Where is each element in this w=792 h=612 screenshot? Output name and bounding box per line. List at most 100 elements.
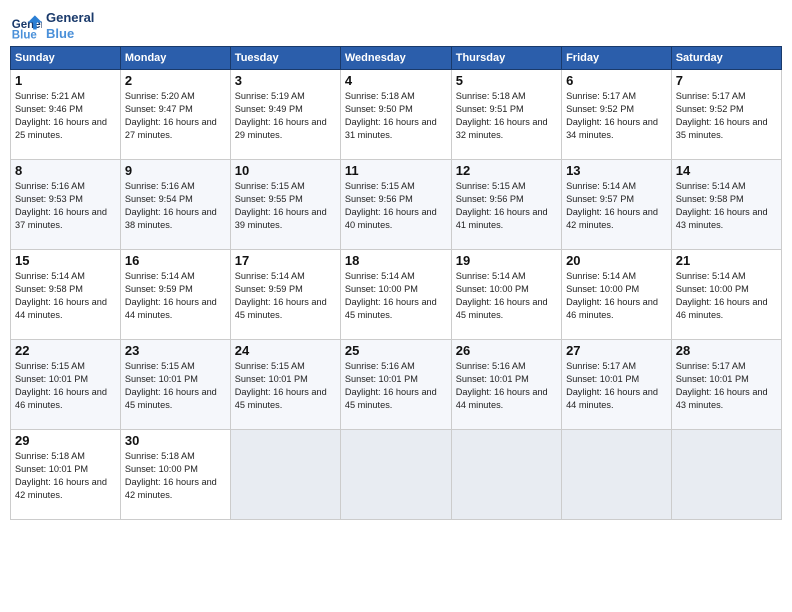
day-number: 1	[15, 73, 116, 88]
day-number: 28	[676, 343, 777, 358]
calendar-cell: 23 Sunrise: 5:15 AM Sunset: 10:01 PM Dayl…	[120, 340, 230, 430]
day-info: Sunrise: 5:18 AM Sunset: 9:50 PM Dayligh…	[345, 90, 447, 142]
day-number: 9	[125, 163, 226, 178]
calendar-week-3: 22 Sunrise: 5:15 AM Sunset: 10:01 PM Dayl…	[11, 340, 782, 430]
calendar-body: 1 Sunrise: 5:21 AM Sunset: 9:46 PM Daylig…	[11, 70, 782, 520]
calendar-cell	[230, 430, 340, 520]
day-info: Sunrise: 5:17 AM Sunset: 9:52 PM Dayligh…	[676, 90, 777, 142]
calendar-cell: 13 Sunrise: 5:14 AM Sunset: 9:57 PM Dayli…	[562, 160, 672, 250]
calendar-cell: 5 Sunrise: 5:18 AM Sunset: 9:51 PM Daylig…	[451, 70, 561, 160]
weekday-header-sunday: Sunday	[11, 47, 121, 70]
calendar-header-row: SundayMondayTuesdayWednesdayThursdayFrid…	[11, 47, 782, 70]
calendar-week-4: 29Sunrise: 5:18 AM Sunset: 10:01 PM Dayl…	[11, 430, 782, 520]
calendar-week-0: 1 Sunrise: 5:21 AM Sunset: 9:46 PM Daylig…	[11, 70, 782, 160]
calendar-cell: 4 Sunrise: 5:18 AM Sunset: 9:50 PM Daylig…	[340, 70, 451, 160]
day-number: 8	[15, 163, 116, 178]
calendar-cell: 11Sunrise: 5:15 AM Sunset: 9:56 PM Dayli…	[340, 160, 451, 250]
day-info: Sunrise: 5:17 AM Sunset: 10:01 PM Daylig…	[676, 360, 777, 412]
day-number: 21	[676, 253, 777, 268]
day-info: Sunrise: 5:19 AM Sunset: 9:49 PM Dayligh…	[235, 90, 336, 142]
day-info: Sunrise: 5:15 AM Sunset: 9:56 PM Dayligh…	[456, 180, 557, 232]
calendar-cell: 19 Sunrise: 5:14 AM Sunset: 10:00 PM Dayl…	[451, 250, 561, 340]
calendar-table: SundayMondayTuesdayWednesdayThursdayFrid…	[10, 46, 782, 520]
day-number: 25	[345, 343, 447, 358]
day-number: 17	[235, 253, 336, 268]
day-info: Sunrise: 5:17 AM Sunset: 10:01 PM Daylig…	[566, 360, 667, 412]
calendar-cell: 28 Sunrise: 5:17 AM Sunset: 10:01 PM Dayl…	[671, 340, 781, 430]
day-info: Sunrise: 5:15 AM Sunset: 10:01 PM Daylig…	[125, 360, 226, 412]
day-info: Sunrise: 5:15 AM Sunset: 10:01 PM Daylig…	[15, 360, 116, 412]
day-info: Sunrise: 5:14 AM Sunset: 9:58 PM Dayligh…	[15, 270, 116, 322]
day-info: Sunrise: 5:16 AM Sunset: 9:53 PM Dayligh…	[15, 180, 116, 232]
calendar-cell	[451, 430, 561, 520]
day-info: Sunrise: 5:16 AM Sunset: 9:54 PM Dayligh…	[125, 180, 226, 232]
calendar-cell: 22 Sunrise: 5:15 AM Sunset: 10:01 PM Dayl…	[11, 340, 121, 430]
logo-text: GeneralBlue	[46, 10, 94, 41]
day-info: Sunrise: 5:17 AM Sunset: 9:52 PM Dayligh…	[566, 90, 667, 142]
weekday-header-tuesday: Tuesday	[230, 47, 340, 70]
weekday-header-friday: Friday	[562, 47, 672, 70]
day-number: 5	[456, 73, 557, 88]
calendar-cell: 26 Sunrise: 5:16 AM Sunset: 10:01 PM Dayl…	[451, 340, 561, 430]
day-number: 12	[456, 163, 557, 178]
day-info: Sunrise: 5:18 AM Sunset: 10:01 PM Daylig…	[15, 450, 116, 502]
day-number: 19	[456, 253, 557, 268]
day-info: Sunrise: 5:16 AM Sunset: 10:01 PM Daylig…	[456, 360, 557, 412]
calendar-cell: 6 Sunrise: 5:17 AM Sunset: 9:52 PM Daylig…	[562, 70, 672, 160]
day-number: 22	[15, 343, 116, 358]
day-info: Sunrise: 5:15 AM Sunset: 9:55 PM Dayligh…	[235, 180, 336, 232]
logo: General Blue GeneralBlue	[10, 10, 94, 42]
calendar-cell: 30Sunrise: 5:18 AM Sunset: 10:00 PM Dayl…	[120, 430, 230, 520]
weekday-header-thursday: Thursday	[451, 47, 561, 70]
day-number: 4	[345, 73, 447, 88]
calendar-week-1: 8 Sunrise: 5:16 AM Sunset: 9:53 PM Daylig…	[11, 160, 782, 250]
day-number: 18	[345, 253, 447, 268]
day-info: Sunrise: 5:18 AM Sunset: 9:51 PM Dayligh…	[456, 90, 557, 142]
calendar-cell: 10 Sunrise: 5:15 AM Sunset: 9:55 PM Dayli…	[230, 160, 340, 250]
calendar-cell: 14Sunrise: 5:14 AM Sunset: 9:58 PM Dayli…	[671, 160, 781, 250]
logo-icon: General Blue	[10, 10, 42, 42]
day-info: Sunrise: 5:18 AM Sunset: 10:00 PM Daylig…	[125, 450, 226, 502]
header: General Blue GeneralBlue	[10, 10, 782, 42]
calendar-week-2: 15Sunrise: 5:14 AM Sunset: 9:58 PM Dayli…	[11, 250, 782, 340]
day-number: 10	[235, 163, 336, 178]
day-number: 26	[456, 343, 557, 358]
day-number: 23	[125, 343, 226, 358]
day-number: 27	[566, 343, 667, 358]
day-info: Sunrise: 5:14 AM Sunset: 10:00 PM Daylig…	[676, 270, 777, 322]
day-info: Sunrise: 5:14 AM Sunset: 9:59 PM Dayligh…	[235, 270, 336, 322]
day-info: Sunrise: 5:21 AM Sunset: 9:46 PM Dayligh…	[15, 90, 116, 142]
day-number: 2	[125, 73, 226, 88]
calendar-cell: 17 Sunrise: 5:14 AM Sunset: 9:59 PM Dayli…	[230, 250, 340, 340]
day-info: Sunrise: 5:14 AM Sunset: 9:59 PM Dayligh…	[125, 270, 226, 322]
calendar-cell: 25 Sunrise: 5:16 AM Sunset: 10:01 PM Dayl…	[340, 340, 451, 430]
day-number: 11	[345, 163, 447, 178]
day-info: Sunrise: 5:16 AM Sunset: 10:01 PM Daylig…	[345, 360, 447, 412]
calendar-cell: 18Sunrise: 5:14 AM Sunset: 10:00 PM Dayl…	[340, 250, 451, 340]
day-info: Sunrise: 5:14 AM Sunset: 10:00 PM Daylig…	[456, 270, 557, 322]
day-number: 24	[235, 343, 336, 358]
day-number: 20	[566, 253, 667, 268]
weekday-header-wednesday: Wednesday	[340, 47, 451, 70]
day-number: 6	[566, 73, 667, 88]
day-info: Sunrise: 5:14 AM Sunset: 9:58 PM Dayligh…	[676, 180, 777, 232]
calendar-cell: 16 Sunrise: 5:14 AM Sunset: 9:59 PM Dayli…	[120, 250, 230, 340]
svg-text:Blue: Blue	[12, 29, 38, 41]
calendar-cell: 21 Sunrise: 5:14 AM Sunset: 10:00 PM Dayl…	[671, 250, 781, 340]
calendar-cell: 7 Sunrise: 5:17 AM Sunset: 9:52 PM Daylig…	[671, 70, 781, 160]
calendar-cell: 8 Sunrise: 5:16 AM Sunset: 9:53 PM Daylig…	[11, 160, 121, 250]
weekday-header-saturday: Saturday	[671, 47, 781, 70]
day-number: 13	[566, 163, 667, 178]
calendar-cell: 1 Sunrise: 5:21 AM Sunset: 9:46 PM Daylig…	[11, 70, 121, 160]
calendar-cell: 24 Sunrise: 5:15 AM Sunset: 10:01 PM Dayl…	[230, 340, 340, 430]
calendar-cell: 2 Sunrise: 5:20 AM Sunset: 9:47 PM Daylig…	[120, 70, 230, 160]
day-number: 16	[125, 253, 226, 268]
day-number: 7	[676, 73, 777, 88]
calendar-cell	[562, 430, 672, 520]
day-info: Sunrise: 5:15 AM Sunset: 10:01 PM Daylig…	[235, 360, 336, 412]
day-info: Sunrise: 5:20 AM Sunset: 9:47 PM Dayligh…	[125, 90, 226, 142]
calendar-cell: 9 Sunrise: 5:16 AM Sunset: 9:54 PM Daylig…	[120, 160, 230, 250]
calendar-cell: 12 Sunrise: 5:15 AM Sunset: 9:56 PM Dayli…	[451, 160, 561, 250]
day-number: 3	[235, 73, 336, 88]
day-info: Sunrise: 5:14 AM Sunset: 9:57 PM Dayligh…	[566, 180, 667, 232]
